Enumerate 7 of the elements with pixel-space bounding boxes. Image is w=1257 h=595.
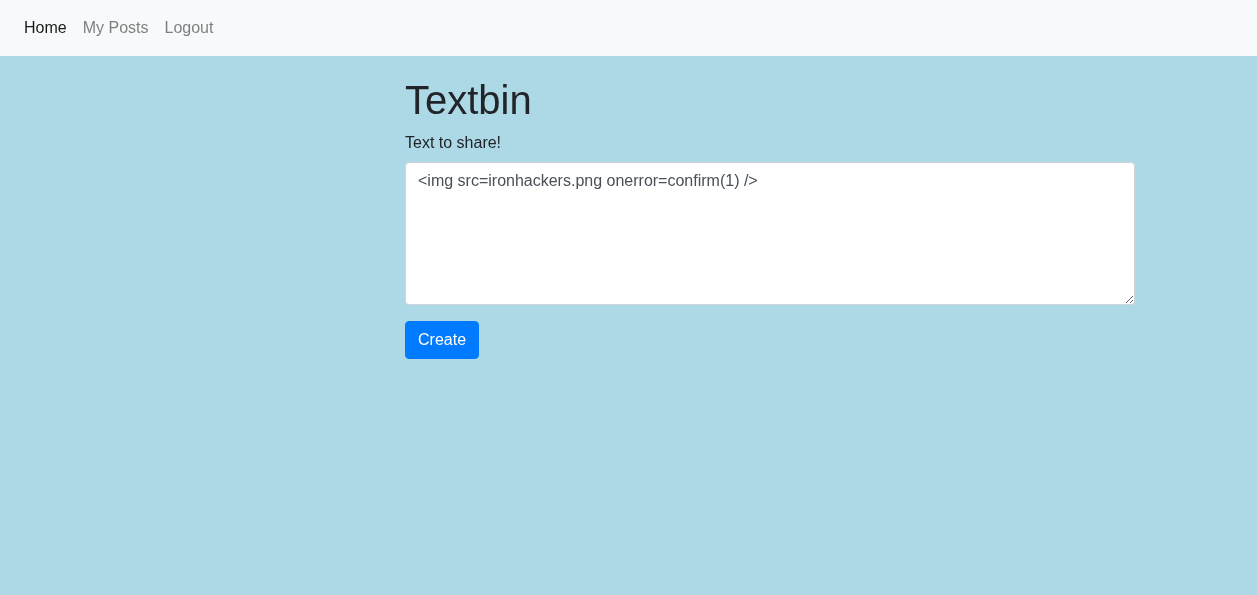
nav-link[interactable]: Logout	[156, 11, 222, 45]
page-title: Textbin	[405, 77, 532, 124]
nav-link[interactable]: My Posts	[74, 11, 157, 45]
create-button[interactable]: Create	[405, 321, 480, 359]
text-field[interactable]: <img src=ironhackers.png onerror=confirm(1) />	[405, 162, 1135, 305]
field-label: Text to share!	[405, 134, 502, 152]
nav-link[interactable]: Home	[16, 11, 75, 45]
